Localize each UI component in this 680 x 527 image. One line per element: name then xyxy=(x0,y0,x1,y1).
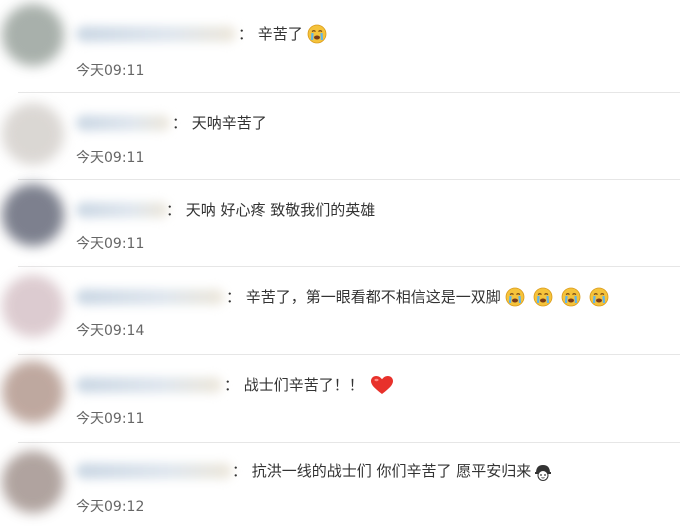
username[interactable] xyxy=(76,289,224,305)
timestamp: 今天09:11 xyxy=(76,63,145,79)
timestamp: 今天09:11 xyxy=(76,411,145,427)
username[interactable] xyxy=(76,26,236,42)
comment-text: ： 战士们辛苦了！！ xyxy=(224,375,394,395)
crying-face-icon xyxy=(505,287,525,307)
avatar[interactable] xyxy=(2,184,64,246)
comment-item: ： 天呐辛苦了 今天09:11 xyxy=(0,93,680,180)
comment-item: ： 战士们辛苦了！！ 今天09:11 xyxy=(0,355,680,443)
comment-text: ： 抗洪一线的战士们 你们辛苦了 愿平安归来 xyxy=(232,461,552,481)
crying-face-icon xyxy=(561,287,581,307)
red-heart-icon xyxy=(370,375,394,395)
avatar[interactable] xyxy=(2,4,64,66)
timestamp: 今天09:12 xyxy=(76,499,145,515)
timestamp: 今天09:11 xyxy=(76,150,145,166)
username[interactable] xyxy=(76,463,232,479)
avatar[interactable] xyxy=(2,275,64,337)
comment-item: ： 抗洪一线的战士们 你们辛苦了 愿平安归来 今天09:12 xyxy=(0,443,680,527)
avatar[interactable] xyxy=(2,451,64,513)
comment-text: ： 天呐 好心疼 致敬我们的英雄 xyxy=(166,201,376,219)
crying-face-icon xyxy=(533,287,553,307)
salute-icon xyxy=(533,462,552,481)
crying-face-icon xyxy=(589,287,609,307)
comment-text: ： 天呐辛苦了 xyxy=(172,114,267,132)
username[interactable] xyxy=(76,377,222,393)
crying-face-icon xyxy=(307,24,327,44)
timestamp: 今天09:14 xyxy=(76,323,145,339)
username[interactable] xyxy=(76,202,168,218)
comment-text: ： 辛苦了，第一眼看都不相信这是一双脚 xyxy=(226,287,609,307)
comment-item: ： 辛苦了，第一眼看都不相信这是一双脚 今天09:14 xyxy=(0,267,680,355)
comment-item: ： 天呐 好心疼 致敬我们的英雄 今天09:11 xyxy=(0,180,680,267)
comment-item: ： 辛苦了 今天09:11 xyxy=(0,0,680,93)
username[interactable] xyxy=(76,115,170,131)
timestamp: 今天09:11 xyxy=(76,236,145,252)
comment-text: ： 辛苦了 xyxy=(238,24,327,44)
avatar[interactable] xyxy=(2,361,64,423)
avatar[interactable] xyxy=(2,103,64,165)
